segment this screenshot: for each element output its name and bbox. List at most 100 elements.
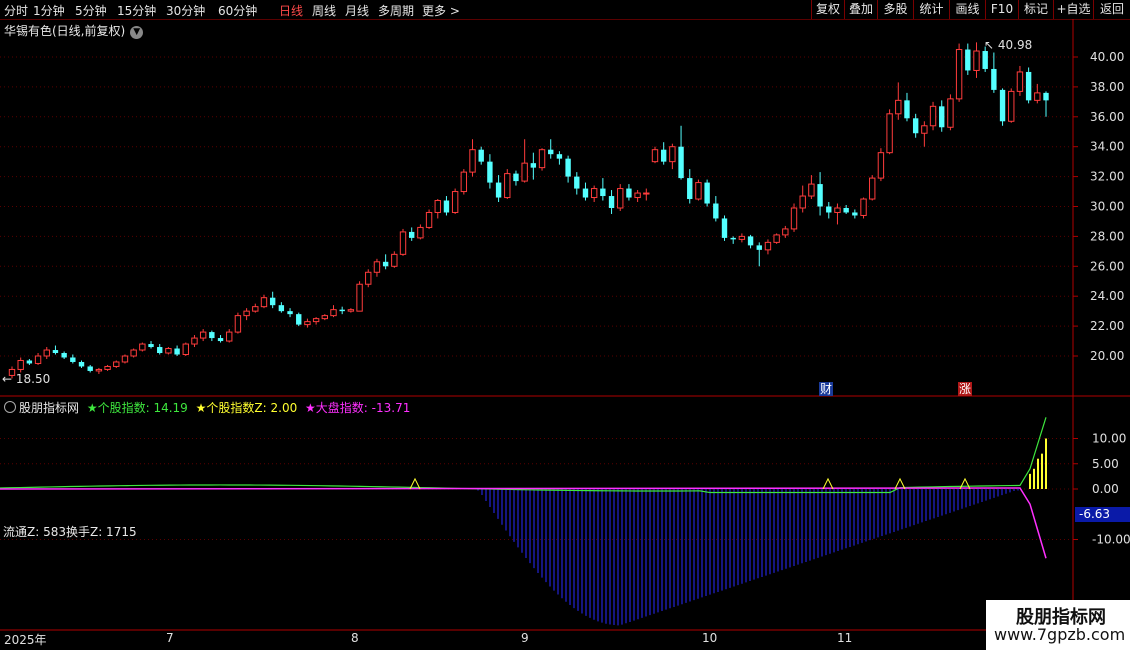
candle-body-up <box>304 321 311 326</box>
limit-up-event-mark[interactable]: 涨 <box>958 382 972 396</box>
candle-body-down <box>565 158 571 177</box>
candle-body-up <box>252 306 259 312</box>
candle-body-down <box>1043 92 1049 101</box>
candle-body-down <box>209 332 215 339</box>
candle-body-up <box>199 331 207 339</box>
price-tick-label: 34.00 <box>1090 140 1124 154</box>
candle-body-down <box>487 161 493 183</box>
candle-body-down <box>678 146 684 179</box>
x-label-jul: 7 <box>166 631 174 645</box>
stock-index-line <box>0 417 1047 494</box>
candle-body-up <box>165 348 172 354</box>
candle-body-down <box>278 305 285 312</box>
candle-body-up <box>877 152 885 179</box>
stock-title-text: 华锡有色(日线,前复权) <box>4 24 126 38</box>
price-tick-label: 36.00 <box>1090 110 1124 124</box>
candle-body-down <box>939 106 945 128</box>
candle-body-down <box>174 348 180 355</box>
candle-body-down <box>747 236 754 246</box>
candle-body-up <box>260 297 268 308</box>
candle-body-down <box>852 212 858 216</box>
candle-body-down <box>530 163 537 168</box>
candle-body-down <box>495 182 502 198</box>
candle-body-up <box>1008 90 1015 122</box>
candle-body-up <box>504 173 511 199</box>
candle-body-up <box>34 355 42 364</box>
candle-body-up <box>425 211 433 228</box>
candle-body-down <box>600 188 606 197</box>
candle-body-down <box>843 207 849 213</box>
candle-body-up <box>538 149 546 169</box>
candle-body-down <box>556 154 563 159</box>
candle-body-up <box>895 99 902 115</box>
chevron-down-icon[interactable]: ▼ <box>130 26 144 39</box>
indicator-legend: 股朋指标网 ★个股指数: 14.19 ★个股指数Z: 2.00 ★大盘指数: -… <box>4 399 410 416</box>
candle-body-up <box>799 195 806 209</box>
x-label-sep: 9 <box>521 631 529 645</box>
candle-body-up <box>738 235 746 240</box>
indicator-tick-label: -10.00 <box>1092 533 1130 547</box>
candle-body-up <box>782 228 789 236</box>
high-price-value: 40.98 <box>997 38 1033 52</box>
candle-body-up <box>643 192 650 195</box>
candle-body-down <box>61 353 67 358</box>
x-label-year: 2025年 <box>4 633 47 647</box>
indicator-name[interactable]: 股朋指标网 <box>19 401 79 415</box>
candle-body-up <box>695 182 702 200</box>
candle-body-down <box>287 311 293 315</box>
candle-body-up <box>191 337 198 345</box>
x-label-nov: 11 <box>837 631 853 645</box>
indicator-tick-label: 0.00 <box>1092 482 1119 496</box>
candle-body-down <box>826 206 832 213</box>
candle-body-up <box>356 283 363 312</box>
candle-body-up <box>929 105 937 127</box>
candle-body-down <box>756 245 762 250</box>
candle-body-down <box>443 200 450 213</box>
price-tick-label: 32.00 <box>1090 170 1124 184</box>
candle-body-up <box>921 125 928 134</box>
indicator-tick-label: 5.00 <box>1092 457 1119 471</box>
candle-body-up <box>399 231 407 255</box>
price-tick-label: 20.00 <box>1090 349 1124 363</box>
candle-body-up <box>434 200 441 213</box>
candle-body-up <box>947 98 954 128</box>
chart-canvas[interactable]: 20.00 22.00 24.00 26.00 28.00 30.00 32.00 34.00… <box>0 0 1130 650</box>
candle-body-up <box>790 207 798 230</box>
candle-body-down <box>721 218 728 238</box>
candle-body-up <box>617 188 624 209</box>
candle-body-down <box>660 149 667 162</box>
candle-body-up <box>417 226 424 239</box>
candle-body-down <box>478 149 484 162</box>
candle-body-down <box>704 182 710 204</box>
candle-body-up <box>104 365 111 370</box>
x-label-aug: 8 <box>351 631 359 645</box>
candle-body-up <box>469 149 476 173</box>
candle-body-up <box>669 146 676 163</box>
candle-body-down <box>713 203 719 219</box>
candle-body-up <box>834 207 841 213</box>
candle-body-up <box>973 50 980 71</box>
candle-body-down <box>574 176 580 189</box>
candle-body-up <box>773 234 780 243</box>
low-price-value: 18.50 <box>15 372 51 386</box>
candle-body-down <box>157 347 163 354</box>
candle-body-down <box>52 350 59 354</box>
market-index-line <box>0 487 1047 559</box>
candle-body-up <box>121 355 129 363</box>
candle-body-down <box>999 89 1006 122</box>
candle-body-up <box>634 192 641 199</box>
candle-body-up <box>651 149 659 163</box>
price-tick-label: 28.00 <box>1090 229 1124 243</box>
stock-title: 华锡有色(日线,前复权) ▼ <box>4 22 144 39</box>
price-tick-label: 38.00 <box>1090 80 1124 94</box>
candle-body-up <box>869 177 876 200</box>
candle-body-up <box>321 315 329 320</box>
current-value-box: -6.63 <box>1075 507 1130 522</box>
candle-body-down <box>582 188 589 198</box>
candle-body-up <box>113 361 120 367</box>
finance-event-mark[interactable]: 财 <box>819 382 833 396</box>
candle-body-up <box>130 349 137 357</box>
candle-body-up <box>347 309 355 312</box>
indicator-settings-icon[interactable] <box>4 401 16 413</box>
candle-body-down <box>608 196 615 208</box>
